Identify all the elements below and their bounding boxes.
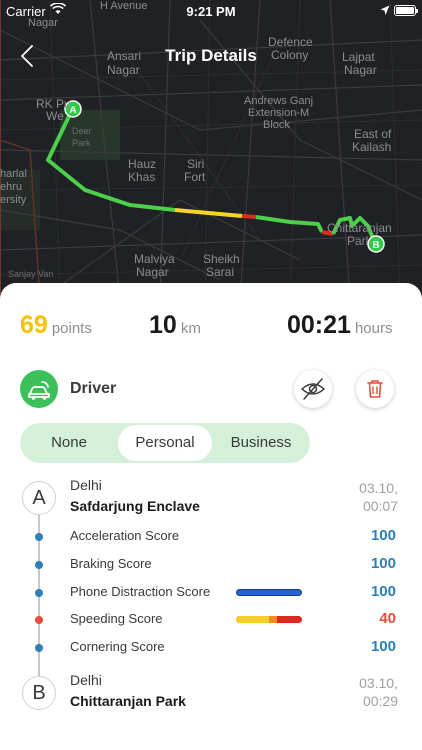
distance-unit: km [180, 320, 201, 337]
score-label: Cornering Score [70, 639, 165, 654]
car-icon[interactable] [20, 370, 58, 408]
driver-row: Driver [20, 370, 402, 410]
eye-slash-icon [300, 378, 326, 400]
points-unit: points [51, 320, 92, 337]
map-label: harlal [0, 168, 27, 180]
start-place: Safdarjung Enclave [70, 498, 200, 514]
trip-type-segmented-control: None Personal Business [20, 423, 310, 463]
battery-icon [394, 5, 418, 16]
score-dot [35, 561, 43, 569]
score-value: 100 [370, 527, 396, 544]
end-city: Delhi [70, 672, 102, 688]
start-time: 00:07 [362, 498, 398, 514]
score-label: Acceleration Score [70, 528, 180, 543]
end-time: 00:29 [362, 693, 398, 709]
score-row-cornering: Cornering Score 100 [0, 638, 422, 658]
map-label: Andrews Ganj [244, 95, 314, 107]
score-label: Speeding Score [70, 611, 163, 626]
status-time: 9:21 PM [186, 4, 236, 19]
map-label: Extension-M [248, 107, 310, 119]
sheet-handle[interactable] [191, 291, 231, 296]
speeding-bar-orange [269, 616, 277, 623]
score-value: 100 [370, 555, 396, 572]
map-label: Parl [347, 234, 369, 248]
duration-stat: 00:21 hours [287, 311, 392, 340]
score-row-braking: Braking Score 100 [0, 555, 422, 575]
end-place: Chittaranjan Park [70, 693, 186, 709]
distance-stat: 10 km [149, 311, 201, 340]
trip-type-none[interactable]: None [22, 425, 116, 461]
trip-type-personal[interactable]: Personal [118, 425, 212, 461]
map-label: ersity [0, 194, 27, 206]
map-label: Sarai [206, 265, 235, 279]
distance-value: 10 [149, 311, 177, 339]
speeding-bar-yellow [236, 616, 269, 623]
score-dot [35, 533, 43, 541]
hide-trip-button[interactable] [294, 370, 332, 408]
trip-type-business[interactable]: Business [214, 425, 308, 461]
score-value: 40 [379, 610, 396, 627]
trip-stats: 69 points 10 km 00:21 hours [0, 311, 422, 345]
map-label: Fort [184, 170, 206, 184]
marker-end-letter: B [372, 240, 379, 251]
end-datetime: 03.10, 00:29 [318, 674, 398, 710]
map-label: Sanjay Van [8, 269, 54, 279]
end-date: 03.10, [359, 675, 398, 691]
location-arrow-icon [380, 4, 390, 19]
points-stat: 69 points [20, 311, 92, 340]
map-label: We [46, 109, 64, 123]
score-value: 100 [370, 638, 396, 655]
score-row-phone-distraction: Phone Distraction Score 100 [0, 583, 422, 603]
duration-value: 00:21 [287, 311, 351, 339]
route-red-1 [241, 214, 257, 219]
trash-icon [367, 380, 383, 398]
map-label: Kailash [352, 140, 392, 154]
map-label: Park [72, 138, 91, 148]
driver-label: Driver [70, 380, 117, 397]
score-row-acceleration: Acceleration Score 100 [0, 527, 422, 547]
map-label: Nagar [136, 265, 169, 279]
score-label: Braking Score [70, 556, 152, 571]
map-label: Khas [128, 170, 156, 184]
score-value: 100 [370, 583, 396, 600]
score-dot [35, 644, 43, 652]
points-value: 69 [20, 311, 48, 339]
map-label: ehru [0, 181, 23, 193]
score-label: Phone Distraction Score [70, 584, 211, 599]
score-row-speeding: Speeding Score 40 [0, 610, 422, 630]
speeding-bar [236, 616, 302, 623]
delete-trip-button[interactable] [356, 370, 394, 408]
route-green-2 [255, 215, 324, 233]
start-date: 03.10, [359, 480, 398, 496]
map-label: Block [263, 119, 290, 131]
end-marker: B [22, 676, 56, 710]
page-title: Trip Details [165, 46, 257, 65]
duration-unit: hours [354, 320, 393, 337]
phone-distraction-bar [236, 589, 302, 596]
start-datetime: 03.10, 00:07 [318, 479, 398, 515]
start-marker: A [22, 481, 56, 515]
trip-map[interactable]: A B H Avenue Nagar Ansari Nagar Defence … [0, 0, 422, 300]
route-yellow [174, 208, 243, 218]
score-dot [35, 616, 43, 624]
map-label: Deer [72, 126, 92, 136]
score-dot [35, 589, 43, 597]
status-bar: Carrier 9:21 PM [0, 0, 422, 22]
start-city: Delhi [70, 477, 102, 493]
